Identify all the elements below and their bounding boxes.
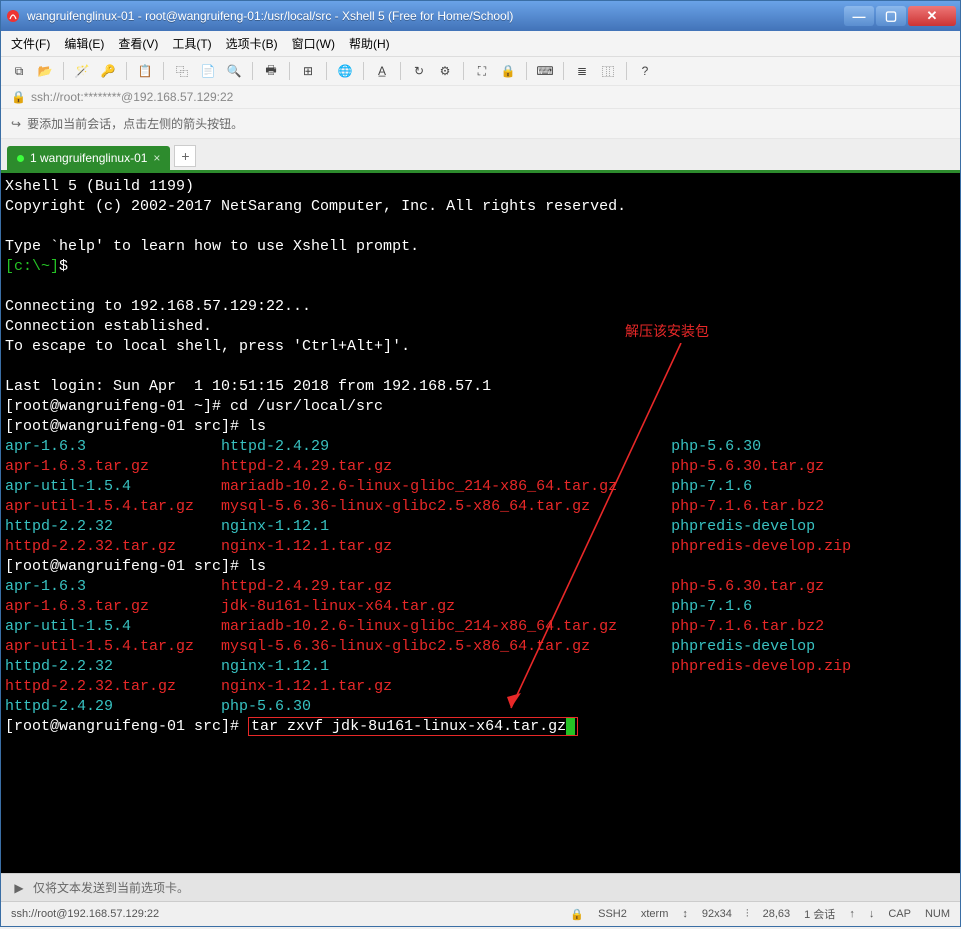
refresh-icon[interactable]: ↻ xyxy=(409,61,429,81)
send-icon[interactable]: ▶ xyxy=(11,881,27,895)
info-bar: ↪ 要添加当前会话，点击左侧的箭头按钮。 xyxy=(1,109,960,139)
lock-small-icon: 🔒 xyxy=(11,90,25,104)
status-sessions: 1 会话 xyxy=(804,906,835,922)
app-icon xyxy=(5,8,21,24)
menu-file[interactable]: 文件(F) xyxy=(11,35,50,52)
address-text[interactable]: ssh://root:********@192.168.57.129:22 xyxy=(31,90,950,104)
status-pos: 28,63 xyxy=(763,908,791,920)
nav-down-icon[interactable]: ↓ xyxy=(869,908,875,920)
properties-icon[interactable]: 📋 xyxy=(135,61,155,81)
font-icon[interactable]: A̲ xyxy=(372,61,392,81)
key-icon[interactable]: 🔑 xyxy=(98,61,118,81)
titlebar: wangruifenglinux-01 - root@wangruifeng-0… xyxy=(1,1,960,31)
status-bar: ssh://root@192.168.57.129:22 🔒 SSH2 xter… xyxy=(1,901,960,926)
layout-icon[interactable]: ⊞ xyxy=(298,61,318,81)
address-bar: 🔒 ssh://root:********@192.168.57.129:22 xyxy=(1,86,960,109)
status-conn: ssh://root@192.168.57.129:22 xyxy=(11,908,159,920)
terminal[interactable]: Xshell 5 (Build 1199) Copyright (c) 2002… xyxy=(1,173,960,873)
window-title: wangruifenglinux-01 - root@wangruifeng-0… xyxy=(27,9,844,23)
minimize-button[interactable]: — xyxy=(844,6,874,26)
menu-bar: 文件(F) 编辑(E) 查看(V) 工具(T) 选项卡(B) 窗口(W) 帮助(… xyxy=(1,31,960,57)
script-icon[interactable]: ⚙ xyxy=(435,61,455,81)
status-size: 92x34 xyxy=(702,908,732,920)
new-session-icon[interactable]: ⧉ xyxy=(9,61,29,81)
menu-tabs[interactable]: 选项卡(B) xyxy=(226,35,278,52)
status-termtype: xterm xyxy=(641,908,669,920)
tab-strip: 1 wangruifenglinux-01 × + xyxy=(1,139,960,173)
status-proto: SSH2 xyxy=(598,908,627,920)
print-icon[interactable]: 🖶 xyxy=(261,61,281,81)
lock-icon[interactable]: 🔒 xyxy=(498,61,518,81)
copy-icon[interactable]: ⿻ xyxy=(172,61,192,81)
globe-icon[interactable]: 🌐 xyxy=(335,61,355,81)
compose-icon[interactable]: ⿲ xyxy=(598,61,618,81)
menu-window[interactable]: 窗口(W) xyxy=(292,35,335,52)
tab-close-icon[interactable]: × xyxy=(153,151,160,165)
maximize-button[interactable]: ▢ xyxy=(876,6,906,26)
send-text: 仅将文本发送到当前选项卡。 xyxy=(33,879,189,896)
menu-view[interactable]: 查看(V) xyxy=(118,35,158,52)
wand-icon[interactable]: 🪄 xyxy=(72,61,92,81)
keyboard-icon[interactable]: ⌨ xyxy=(535,61,555,81)
paste-icon[interactable]: 📄 xyxy=(198,61,218,81)
search-icon[interactable]: 🔍 xyxy=(224,61,244,81)
menu-edit[interactable]: 编辑(E) xyxy=(64,35,104,52)
status-cap: CAP xyxy=(888,908,911,920)
send-bar: ▶ 仅将文本发送到当前选项卡。 xyxy=(1,873,960,901)
new-tab-button[interactable]: + xyxy=(174,145,196,167)
status-num: NUM xyxy=(925,908,950,920)
info-text: 要添加当前会话，点击左侧的箭头按钮。 xyxy=(27,115,243,132)
menu-tools[interactable]: 工具(T) xyxy=(172,35,211,52)
toggle-icon[interactable]: ≣ xyxy=(572,61,592,81)
fullscreen-icon[interactable]: ⛶ xyxy=(472,61,492,81)
tab-label: 1 wangruifenglinux-01 xyxy=(30,151,147,165)
open-icon[interactable]: 📂 xyxy=(35,61,55,81)
close-button[interactable]: ✕ xyxy=(908,6,956,26)
help-icon[interactable]: ? xyxy=(635,61,655,81)
arrow-add-icon[interactable]: ↪ xyxy=(11,117,21,131)
annotation-text: 解压该安装包 xyxy=(625,323,709,343)
status-dot-icon xyxy=(17,155,24,162)
session-tab[interactable]: 1 wangruifenglinux-01 × xyxy=(7,146,170,170)
nav-up-icon[interactable]: ↑ xyxy=(849,908,855,920)
lock-status-icon: 🔒 xyxy=(570,908,584,921)
toolbar: ⧉ 📂 🪄 🔑 📋 ⿻ 📄 🔍 🖶 ⊞ 🌐 A̲ ↻ ⚙ ⛶ 🔒 ⌨ ≣ ⿲ ? xyxy=(1,57,960,86)
menu-help[interactable]: 帮助(H) xyxy=(349,35,390,52)
